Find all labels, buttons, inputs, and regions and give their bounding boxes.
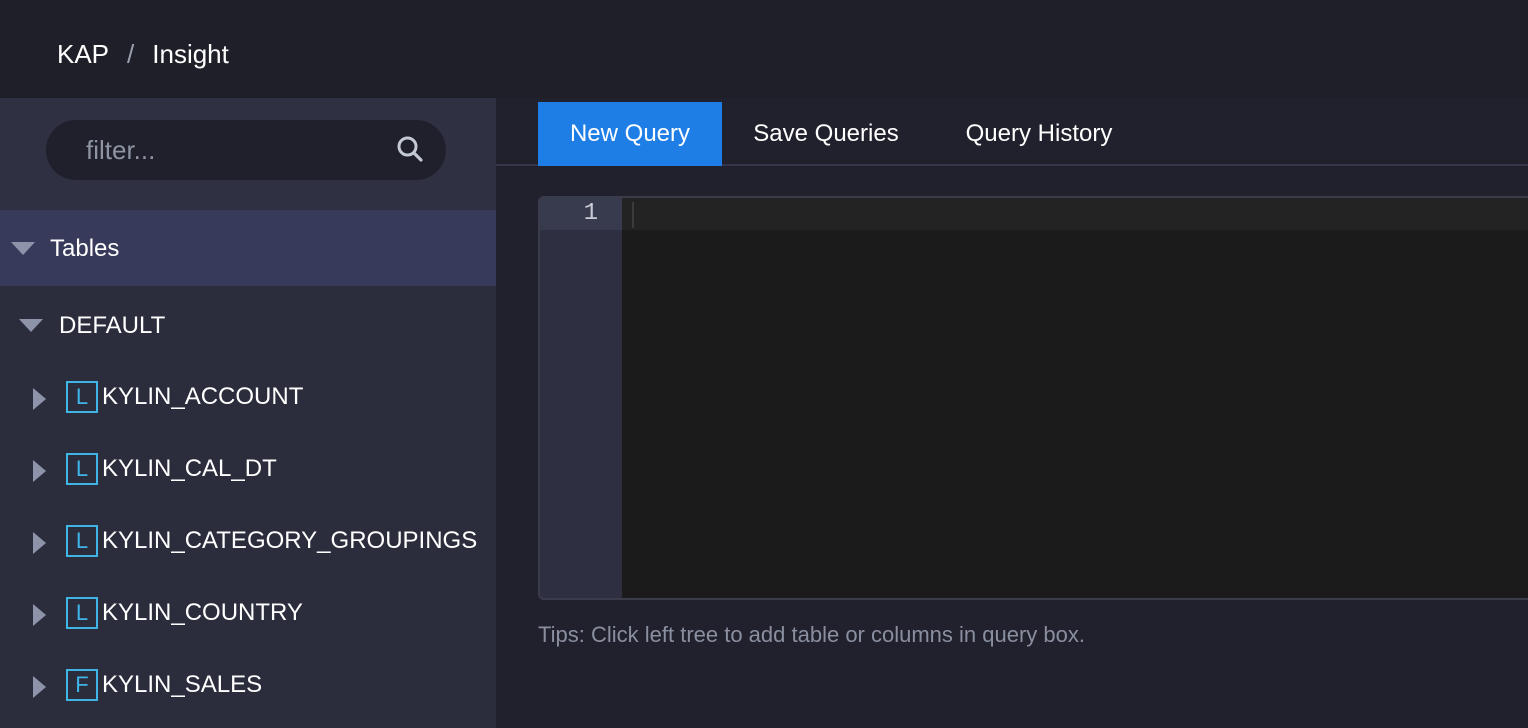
filter-box[interactable] [46,120,446,180]
lookup-table-badge: L [66,525,98,557]
tab-query-history[interactable]: Query History [948,102,1130,166]
tab-new-query[interactable]: New Query [538,102,722,166]
breadcrumb-current: Insight [152,39,229,69]
search-icon[interactable] [396,135,424,163]
caret-right-icon[interactable] [33,604,46,626]
tree-node-tables-label: Tables [50,235,120,262]
caret-down-icon[interactable] [11,242,35,255]
table-name: KYLIN_CATEGORY_GROUPINGS [102,527,478,554]
caret-right-icon[interactable] [33,676,46,698]
fact-table-badge: F [66,669,98,701]
table-name: KYLIN_ACCOUNT [102,383,304,410]
table-name: KYLIN_COUNTRY [102,599,303,626]
caret-right-icon[interactable] [33,460,46,482]
caret-down-icon[interactable] [19,319,43,332]
tree-node-database[interactable]: DEFAULT [0,286,496,362]
breadcrumb-root[interactable]: KAP [57,39,109,70]
tree-node-table[interactable]: L KYLIN_COUNTRY [0,578,496,650]
tree-node-table[interactable]: L KYLIN_CAL_DT [0,434,496,506]
tab-save-queries[interactable]: Save Queries [738,102,914,166]
tree-node-table[interactable]: L KYLIN_CATEGORY_GROUPINGS [0,506,496,578]
query-editor[interactable]: 1 [538,196,1528,600]
top-bar: KAP / Insight [0,0,1528,98]
lookup-table-badge: L [66,381,98,413]
database-label: DEFAULT [59,312,166,339]
line-number: 1 [583,200,598,227]
tree-node-tables[interactable]: Tables [0,210,496,286]
tree-node-table[interactable]: L KYLIN_ACCOUNT [0,362,496,434]
editor-cursor [632,202,634,228]
breadcrumb: KAP / Insight [57,39,229,70]
editor-active-line [540,198,1528,230]
caret-right-icon[interactable] [33,388,46,410]
table-name: KYLIN_SALES [102,671,263,698]
table-name: KYLIN_CAL_DT [102,455,277,482]
filter-input[interactable] [86,120,386,180]
caret-right-icon[interactable] [33,532,46,554]
tree-node-table[interactable]: F KYLIN_SALES [0,650,496,722]
query-tabs: New Query Save Queries Query History [496,98,1528,166]
sidebar: Tables DEFAULT L KYLIN_ACCOUNT L KYLIN_C… [0,98,496,728]
editor-gutter [540,198,622,598]
lookup-table-badge: L [66,453,98,485]
tips-text: Tips: Click left tree to add table or co… [538,622,1085,647]
lookup-table-badge: L [66,597,98,629]
breadcrumb-separator: / [127,39,135,69]
main-panel: New Query Save Queries Query History 1 T… [496,98,1528,728]
